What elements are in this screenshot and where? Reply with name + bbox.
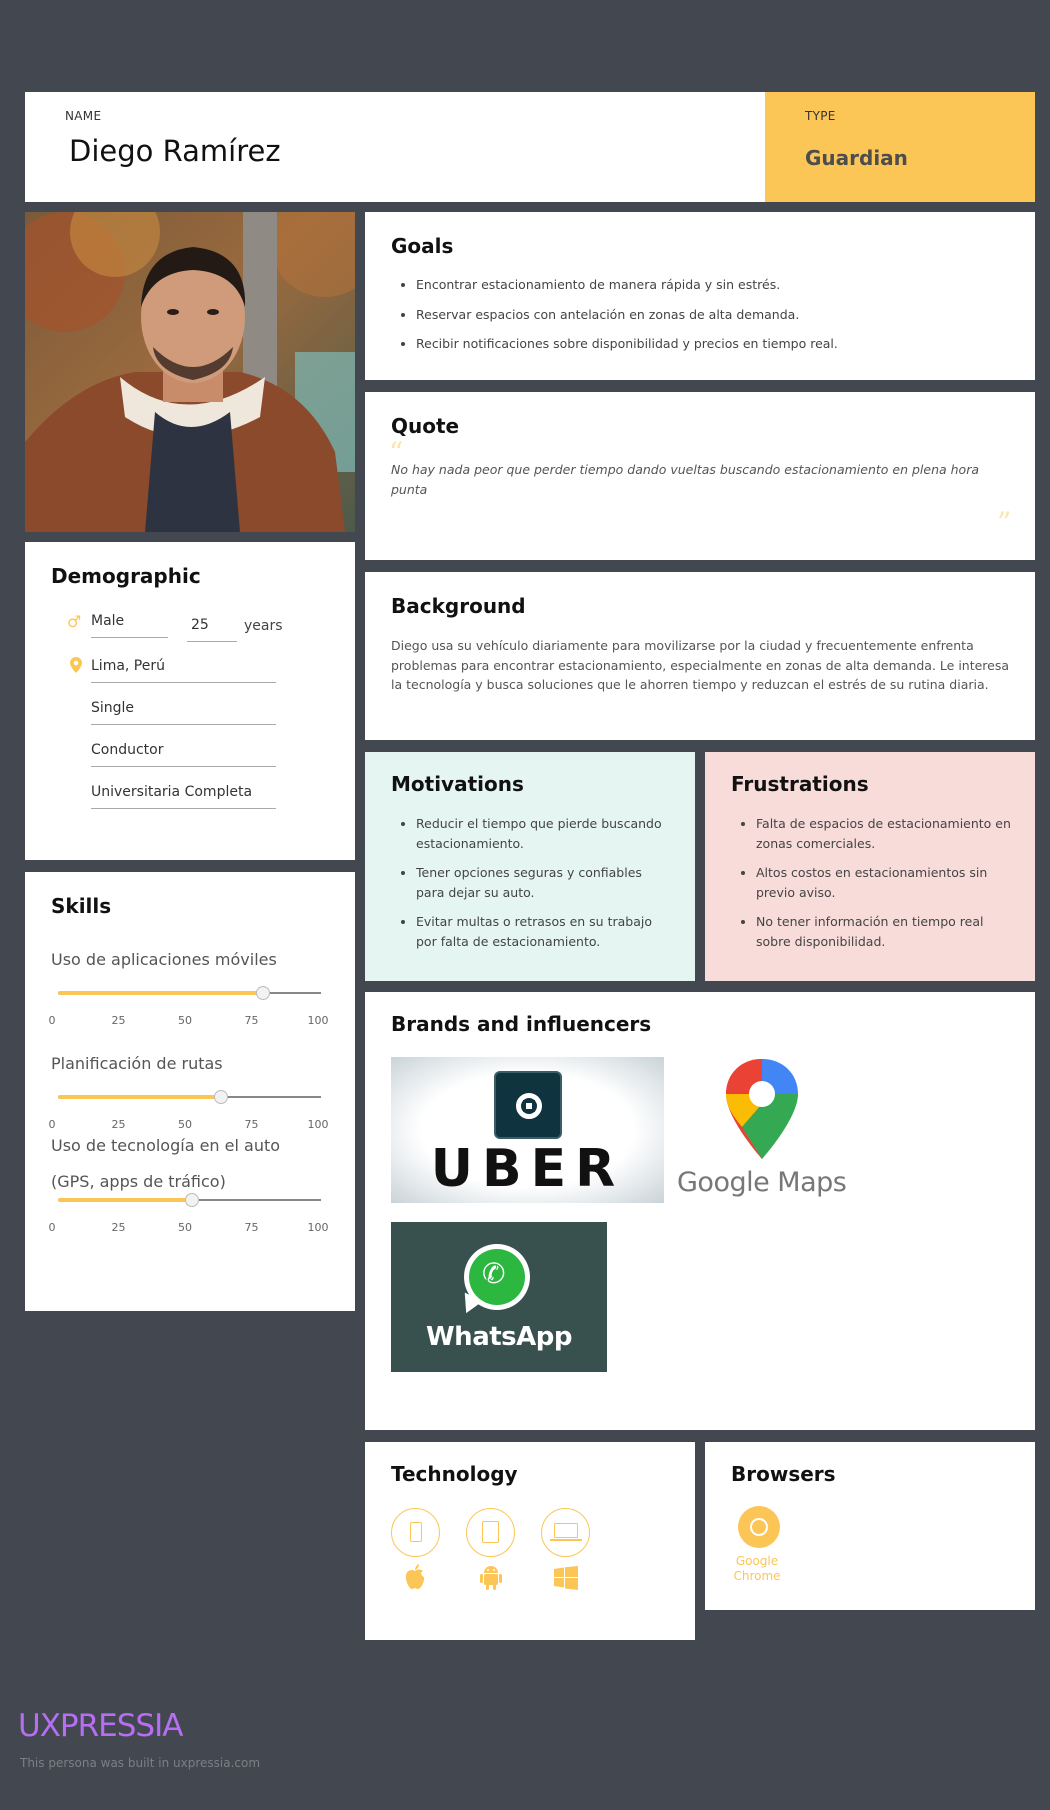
uxpressia-logo[interactable]: UXPRESSIA <box>18 1708 183 1744</box>
education-field[interactable]: Universitaria Completa <box>91 781 276 809</box>
skill-tick-label: 100 <box>307 1118 329 1131</box>
avatar-photo <box>25 212 355 532</box>
skill-label-continued: (GPS, apps de tráfico) <box>51 1172 226 1191</box>
frustrations-card: Frustrations Falta de espacios de estaci… <box>705 752 1035 981</box>
phone-icon <box>391 1508 440 1557</box>
quote-card: Quote “ No hay nada peor que perder tiem… <box>365 392 1035 560</box>
footer-note: This persona was built in uxpressia.com <box>20 1756 261 1770</box>
skill-tick-label: 25 <box>111 1221 126 1234</box>
technology-card: Technology <box>365 1442 695 1640</box>
uber-wordmark: UBER <box>430 1139 625 1199</box>
background-card: Background Diego usa su vehículo diariam… <box>365 572 1035 740</box>
uber-app-icon <box>494 1071 562 1139</box>
skill-slider-fill <box>58 1095 222 1099</box>
skill-tick-label: 75 <box>244 1221 259 1234</box>
skill-slider[interactable] <box>58 1193 321 1207</box>
skill-slider-thumb[interactable] <box>214 1090 229 1104</box>
close-quote-icon: ” <box>997 506 1012 539</box>
skill-slider-thumb[interactable] <box>185 1193 200 1207</box>
goal-item: Encontrar estacionamiento de manera rápi… <box>391 275 1011 295</box>
skill-tick-label: 25 <box>111 1014 126 1027</box>
motivation-item: Reducir el tiempo que pierde buscando es… <box>391 814 671 854</box>
goal-item: Recibir notificaciones sobre disponibili… <box>391 334 1011 354</box>
skill-tick-label: 0 <box>48 1118 56 1131</box>
name-card: NAME Diego Ramírez <box>25 92 765 202</box>
skill-slider[interactable] <box>58 1090 321 1104</box>
frustration-item: Falta de espacios de estacionamiento en … <box>731 814 1011 854</box>
browsers-title: Browsers <box>731 1462 836 1486</box>
brands-title: Brands and influencers <box>391 1012 652 1036</box>
frustration-item: No tener información en tiempo real sobr… <box>731 912 1011 952</box>
frustration-item: Altos costos en estacionamientos sin pre… <box>731 863 1011 903</box>
skill-slider-thumb[interactable] <box>256 986 271 1000</box>
skill-label: Uso de tecnología en el auto <box>51 1136 281 1155</box>
skill-slider-fill <box>58 991 264 995</box>
android-icon <box>480 1566 502 1590</box>
whatsapp-icon: ✆ <box>457 1244 534 1318</box>
skill-tick-label: 0 <box>48 1221 56 1234</box>
browser-label: Google Chrome <box>733 1554 781 1583</box>
browsers-card: Browsers Google Chrome <box>705 1442 1035 1610</box>
location-field[interactable]: Lima, Perú <box>91 655 276 683</box>
motivation-item: Tener opciones seguras y confiables para… <box>391 863 671 903</box>
skill-tick-label: 100 <box>307 1221 329 1234</box>
skill-label: Uso de aplicaciones móviles <box>51 950 277 969</box>
age-field[interactable]: 25 <box>187 614 237 642</box>
background-title: Background <box>391 594 526 618</box>
chrome-icon <box>738 1506 780 1548</box>
skill-tick-label: 75 <box>244 1118 259 1131</box>
status-field[interactable]: Single <box>91 697 276 725</box>
occupation-field[interactable]: Conductor <box>91 739 276 767</box>
skill-tick-label: 25 <box>111 1118 126 1131</box>
tablet-icon <box>466 1508 515 1557</box>
name-label: NAME <box>65 109 102 123</box>
windows-icon <box>554 1566 578 1590</box>
goal-item: Reservar espacios con antelación en zona… <box>391 305 1011 325</box>
technology-title: Technology <box>391 1462 518 1486</box>
demographic-card: Demographic ♂ Male 25 years Lima, Perú S… <box>25 542 355 860</box>
goals-title: Goals <box>391 234 454 258</box>
whatsapp-logo[interactable]: ✆ WhatsApp <box>391 1222 607 1372</box>
goals-list: Encontrar estacionamiento de manera rápi… <box>391 275 1011 354</box>
skills-card: Skills Uso de aplicaciones móviles 0 25 50 7… <box>25 872 355 1311</box>
skill-tick-label: 50 <box>178 1014 192 1027</box>
skill-tick-label: 50 <box>178 1221 192 1234</box>
motivation-item: Evitar multas o retrasos en su trabajo p… <box>391 912 671 952</box>
skill-slider-fill <box>58 1198 193 1202</box>
location-icon <box>70 657 82 673</box>
skill-slider[interactable] <box>58 986 321 1000</box>
google-maps-wordmark: Google Maps <box>677 1167 847 1198</box>
frustrations-title: Frustrations <box>731 772 869 796</box>
demographic-title: Demographic <box>51 564 201 588</box>
skill-tick-label: 50 <box>178 1118 192 1131</box>
avatar <box>25 212 355 532</box>
type-label: TYPE <box>805 109 836 123</box>
goals-card: Goals Encontrar estacionamiento de maner… <box>365 212 1035 380</box>
brands-card: Brands and influencers UBER Google Maps … <box>365 992 1035 1430</box>
motivations-card: Motivations Reducir el tiempo que pierde… <box>365 752 695 981</box>
persona-type: Guardian <box>805 146 908 170</box>
age-unit: years <box>244 618 283 634</box>
uber-logo[interactable]: UBER <box>391 1057 664 1203</box>
laptop-icon <box>541 1508 590 1557</box>
background-text: Diego usa su vehículo diariamente para m… <box>391 638 1010 692</box>
male-icon: ♂ <box>67 612 82 631</box>
gender-field[interactable]: Male <box>91 610 168 638</box>
map-pin-icon <box>726 1059 798 1159</box>
whatsapp-wordmark: WhatsApp <box>426 1322 572 1352</box>
motivations-list: Reducir el tiempo que pierde buscando es… <box>391 814 671 952</box>
skill-tick-label: 100 <box>307 1014 329 1027</box>
apple-icon <box>405 1564 425 1589</box>
skill-tick-label: 0 <box>48 1014 56 1027</box>
type-card: TYPE Guardian <box>765 92 1035 202</box>
persona-name: Diego Ramírez <box>69 134 281 168</box>
skill-tick-label: 75 <box>244 1014 259 1027</box>
google-maps-logo[interactable]: Google Maps <box>677 1057 847 1203</box>
motivations-title: Motivations <box>391 772 524 796</box>
quote-title: Quote <box>391 414 460 438</box>
skills-title: Skills <box>51 894 112 918</box>
frustrations-list: Falta de espacios de estacionamiento en … <box>731 814 1011 952</box>
quote-text: No hay nada peor que perder tiempo dando… <box>391 462 979 497</box>
skill-label: Planificación de rutas <box>51 1054 223 1073</box>
